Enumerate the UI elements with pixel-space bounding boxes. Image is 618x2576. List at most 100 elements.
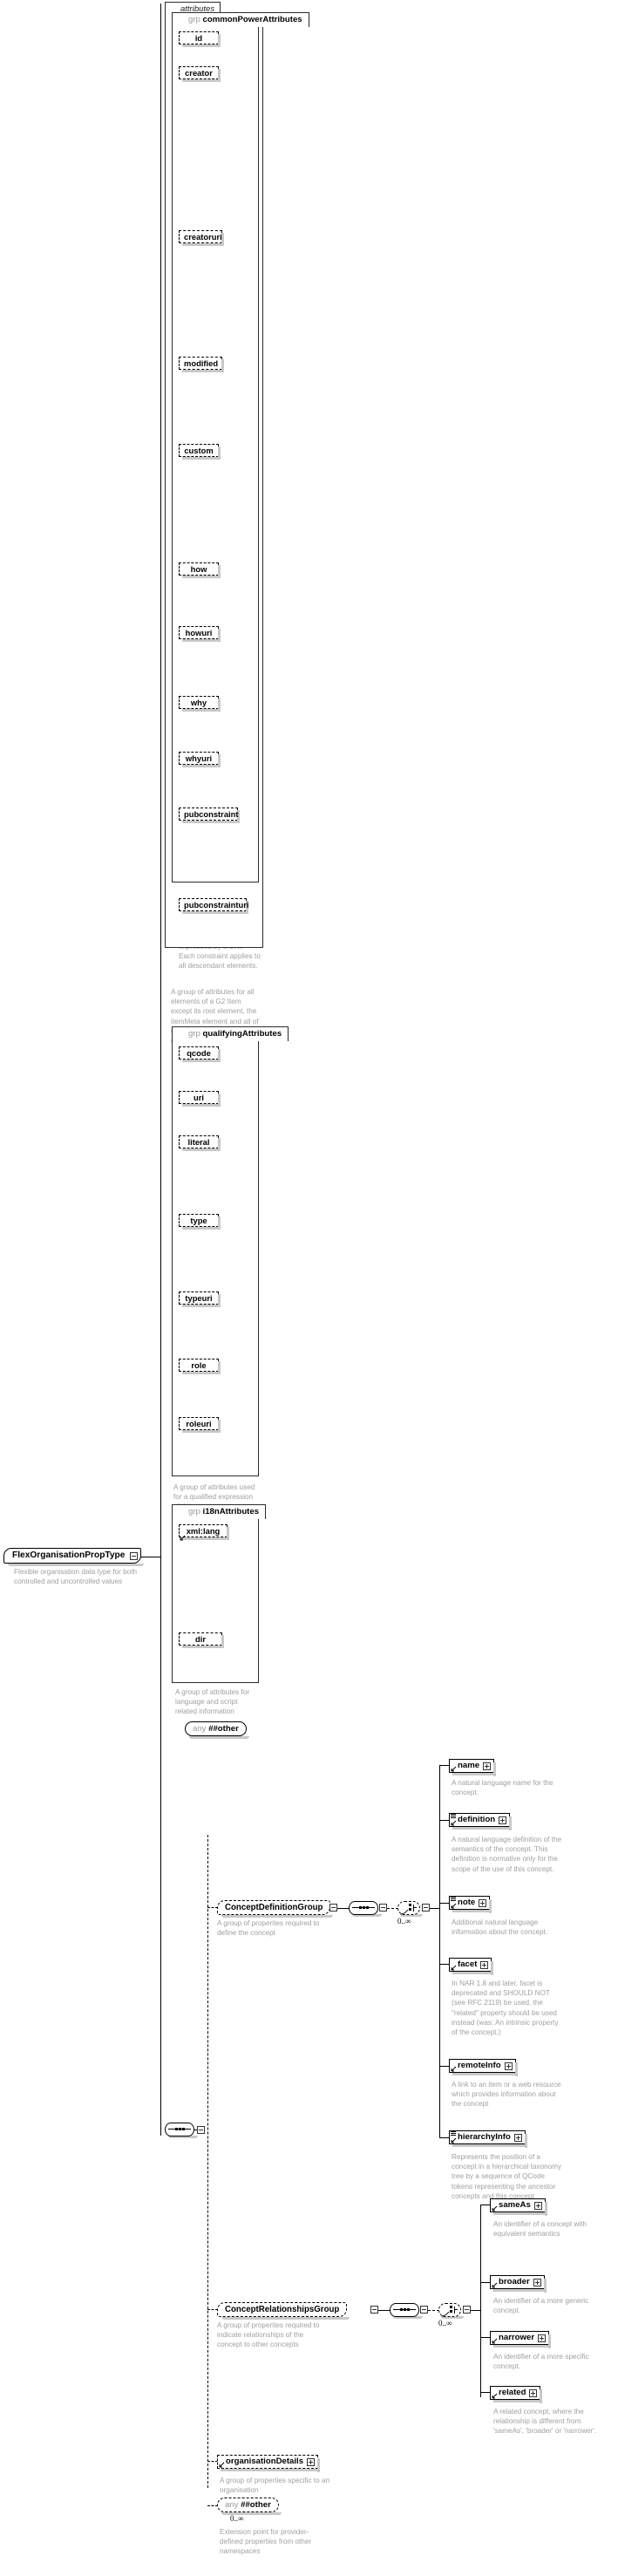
arrow-icon (180, 1532, 186, 1544)
attribute-custom[interactable]: custom (179, 444, 221, 460)
element-related[interactable]: related (490, 2386, 543, 2403)
attribute-how-label: how (190, 564, 207, 574)
cdg-seq-collapse-icon[interactable] (379, 1904, 387, 1912)
element-name-label: name (458, 1761, 480, 1770)
attribute-typeuri[interactable]: typeuri (179, 1291, 221, 1307)
attribute-why[interactable]: why (179, 696, 221, 712)
any-namespace-label: ##other (208, 1724, 239, 1734)
crg-occurrence-label: 0..∞ (438, 2319, 452, 2327)
attribute-type[interactable]: type (179, 1214, 221, 1230)
any-keyword: any (193, 1724, 207, 1734)
element-name-expand-icon[interactable] (483, 1762, 492, 1770)
attribute-pubconstraint-label: pubconstraint (184, 809, 239, 819)
element-related-expand-icon[interactable] (529, 2389, 538, 2397)
group-keyword-2: grp (188, 1029, 200, 1039)
attribute-uri[interactable]: uri (179, 1091, 221, 1107)
attribute-creatoruri[interactable]: creatoruri (179, 230, 224, 246)
connector-cdg-children-spine (439, 1765, 440, 2074)
attribute-dir-label: dir (195, 1634, 206, 1644)
root-type-box[interactable]: FlexOrganisationPropType (3, 1548, 145, 1566)
element-definition-expand-icon[interactable] (499, 1816, 507, 1824)
group-name: commonPowerAttributes (202, 15, 302, 24)
element-note-expand-icon[interactable] (479, 1899, 487, 1907)
element-remoteInfo-expand-icon[interactable] (504, 2062, 513, 2070)
group-commonPowerAttributes-header: grp commonPowerAttributes (172, 12, 309, 27)
choice-symbol-cdg[interactable] (397, 1901, 423, 1917)
cdg-collapse-icon[interactable] (329, 1904, 337, 1912)
element-hierarchyInfo-expand-icon[interactable] (513, 2134, 522, 2142)
connector-cdg-to-seq (337, 1908, 350, 1909)
element-sameAs-doc: An identifier of a concept with equivale… (493, 2220, 587, 2239)
attribute-pubconstraint[interactable]: pubconstraint (179, 808, 240, 823)
attribute-creator[interactable]: creator (179, 66, 221, 82)
crg-choice-collapse-icon[interactable] (463, 2306, 471, 2314)
group-ConceptRelationshipsGroup-doc: A group of properites required to indica… (217, 2321, 320, 2349)
element-related-label: related (499, 2388, 526, 2397)
element-definition[interactable]: definition (449, 1813, 513, 1830)
cdg-occurrence-label: 0..∞ (397, 1917, 411, 1925)
element-facet[interactable]: facet (449, 1958, 494, 1975)
element-remoteInfo-doc: A link to an item or a web resource whic… (452, 2081, 561, 2109)
attribute-howuri[interactable]: howuri (179, 626, 221, 642)
crg-seq-collapse-icon[interactable] (420, 2306, 428, 2314)
attribute-id[interactable]: id (179, 31, 221, 47)
attribute-how[interactable]: how (179, 562, 221, 578)
element-broader-label: broader (499, 2277, 530, 2286)
element-sameAs[interactable]: sameAs (490, 2198, 547, 2216)
root-type-collapse-icon[interactable] (130, 1552, 139, 1560)
attribute-modified-label: modified (184, 358, 219, 368)
attribute-literal[interactable]: literal (179, 1135, 221, 1151)
sequence-collapse-icon[interactable] (197, 2126, 205, 2134)
group-pill-ConceptRelationshipsGroup-label: ConceptRelationshipsGroup (225, 2305, 340, 2314)
group-pill-ConceptDefinitionGroup-label: ConceptDefinitionGroup (225, 1903, 323, 1912)
root-type-name: FlexOrganisationPropType (12, 1550, 126, 1560)
group-qualifyingAttributes-header: grp qualifyingAttributes (172, 1026, 289, 1041)
connector-root-spine (160, 3, 161, 2136)
any-other-content[interactable]: any ##other (217, 2498, 282, 2515)
sequence-symbol-root[interactable] (165, 2123, 198, 2138)
any-other-i18n[interactable]: any ##other (185, 1721, 249, 1739)
element-name-doc: A natural language name for the concept. (452, 1779, 553, 1797)
group-pill-ConceptDefinitionGroup[interactable]: ConceptDefinitionGroup (217, 1900, 334, 1918)
crg-collapse-icon[interactable] (370, 2306, 378, 2314)
element-organisationDetails-label: organisationDetails (226, 2457, 304, 2466)
attribute-modified[interactable]: modified (179, 357, 224, 372)
attribute-role[interactable]: role (179, 1359, 221, 1374)
connector-content-spine (207, 1835, 208, 2488)
element-sameAs-expand-icon[interactable] (533, 2202, 542, 2210)
element-remoteInfo[interactable]: remoteInfo (449, 2059, 518, 2076)
element-narrower[interactable]: narrower (490, 2331, 552, 2348)
attribute-xml-lang[interactable]: xml:lang (179, 1524, 229, 1541)
element-organisationDetails-expand-icon[interactable] (307, 2458, 316, 2466)
attribute-whyuri-label: whyuri (185, 753, 213, 763)
element-hierarchyInfo[interactable]: hierarchyInfo (449, 2130, 527, 2148)
attribute-whyuri[interactable]: whyuri (179, 752, 221, 767)
attribute-custom-label: custom (184, 446, 214, 455)
attribute-type-label: type (190, 1216, 207, 1225)
element-broader[interactable]: broader (490, 2275, 547, 2293)
attribute-pubconstrainturi[interactable]: pubconstrainturi (179, 898, 249, 914)
attribute-pubconstrainturi-label: pubconstrainturi (184, 900, 249, 910)
sequence-symbol-cdg[interactable] (349, 1901, 382, 1917)
element-remoteInfo-label: remoteInfo (458, 2061, 501, 2070)
attribute-dir[interactable]: dir (179, 1632, 224, 1648)
cdg-choice-collapse-icon[interactable] (422, 1904, 430, 1912)
element-name[interactable]: name (449, 1759, 497, 1776)
element-facet-expand-icon[interactable] (480, 1961, 489, 1969)
any-content-doc: Extension point for provider-defined pro… (220, 2528, 312, 2556)
attribute-roleuri-label: roleuri (186, 1419, 212, 1428)
element-note[interactable]: note (449, 1896, 492, 1913)
connector-crg-to-seq (378, 2310, 390, 2311)
choice-symbol-crg[interactable] (438, 2303, 464, 2319)
element-organisationDetails[interactable]: organisationDetails (217, 2455, 321, 2472)
element-hierarchyInfo-label: hierarchyInfo (458, 2132, 511, 2142)
sequence-symbol-crg[interactable] (390, 2303, 423, 2319)
group-i18nAttributes-header: grp i18nAttributes (172, 1504, 267, 1519)
attribute-role-label: role (191, 1360, 207, 1370)
any-content-keyword: any (225, 2500, 239, 2510)
element-broader-expand-icon[interactable] (533, 2279, 541, 2286)
element-narrower-expand-icon[interactable] (538, 2334, 547, 2342)
attribute-roleuri[interactable]: roleuri (179, 1417, 221, 1433)
group-pill-ConceptRelationshipsGroup[interactable]: ConceptRelationshipsGroup (217, 2302, 350, 2320)
attribute-qcode[interactable]: qcode (179, 1046, 221, 1062)
